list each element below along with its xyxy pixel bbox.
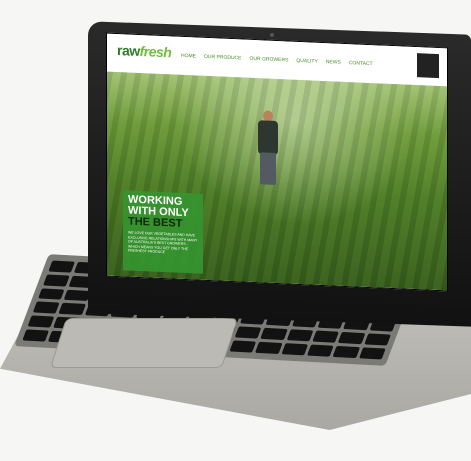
key [255, 341, 283, 354]
hero-promo: WORKING WITH ONLY THE BEST WE LOVE OUR V… [123, 190, 203, 274]
key [48, 260, 76, 273]
key [27, 315, 55, 328]
key [306, 344, 334, 357]
key [43, 274, 71, 287]
key [363, 333, 391, 346]
key [58, 303, 86, 316]
farmer-illustration [255, 110, 281, 187]
key [229, 340, 257, 353]
nav-our-growers[interactable]: OUR GROWERS [250, 56, 289, 64]
hero-image: WORKING WITH ONLY THE BEST WE LOVE OUR V… [107, 71, 447, 291]
key [63, 289, 91, 302]
laptop-screen: rawfresh HOME OUR PRODUCE OUR GROWERS QU… [106, 32, 448, 292]
nav-contact[interactable]: CONTACT [349, 60, 373, 67]
key [281, 343, 309, 356]
laptop-scene: rawfresh HOME OUR PRODUCE OUR GROWERS QU… [0, 0, 471, 461]
site-logo[interactable]: rawfresh [117, 42, 171, 60]
logo-text-raw: raw [117, 42, 140, 60]
nav-news[interactable]: NEWS [326, 59, 341, 66]
main-nav: HOME OUR PRODUCE OUR GROWERS QUALITY NEW… [181, 53, 373, 67]
farmer-body [258, 120, 278, 156]
key [32, 301, 60, 314]
key [286, 329, 314, 342]
key [260, 328, 288, 341]
nav-home[interactable]: HOME [181, 53, 196, 60]
key [332, 346, 360, 359]
nav-our-produce[interactable]: OUR PRODUCE [204, 54, 242, 62]
key [337, 332, 365, 345]
key [22, 329, 50, 342]
key [37, 288, 65, 301]
hero-body: WE LOVE OUR VEGETABLES AND HAVE EXCLUSIV… [128, 230, 198, 255]
logo-text-fresh: fresh [139, 43, 172, 61]
partner-badge[interactable] [417, 53, 439, 79]
nav-quality[interactable]: QUALITY [296, 58, 317, 65]
camera-icon [270, 33, 274, 37]
key [312, 330, 340, 343]
key [358, 347, 386, 360]
key [234, 326, 262, 339]
trackpad [49, 318, 239, 368]
farmer-legs [260, 152, 276, 185]
